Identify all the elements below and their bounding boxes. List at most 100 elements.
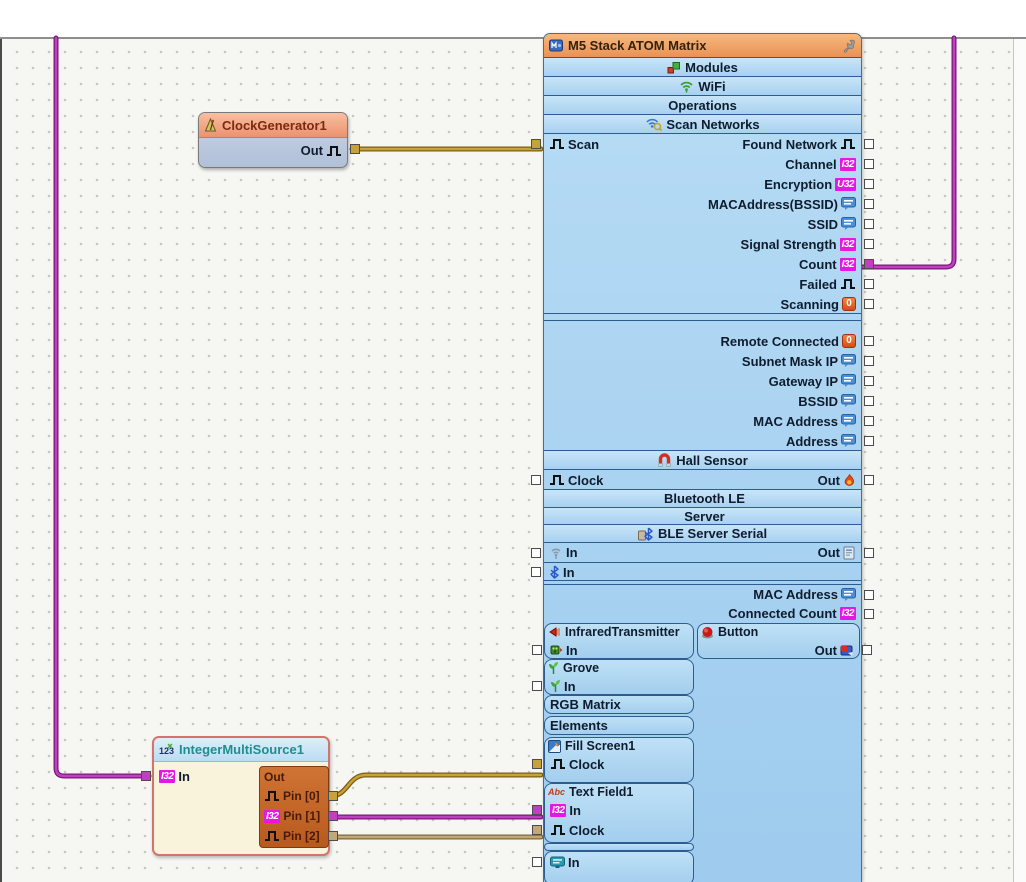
pin-remote-connected[interactable]: Remote Connected0 (721, 334, 856, 349)
pin-ssid[interactable]: SSID (808, 217, 856, 232)
section-bar-server[interactable]: Server (544, 507, 861, 525)
pin-channel[interactable]: ChannelI32 (785, 157, 856, 172)
pin-mac-address[interactable]: MAC Address (753, 414, 856, 429)
panel-grove[interactable]: Grove In (544, 659, 694, 695)
panel-bar-elements[interactable]: Elements (544, 716, 694, 735)
pin-connector[interactable] (864, 279, 874, 289)
integer-multi-source-component[interactable]: 123 IntegerMultiSource1 I32In Out Pin [0… (152, 736, 330, 856)
clock-generator-header[interactable]: ClockGenerator1 (199, 113, 347, 138)
pin-macaddress-bssid[interactable]: MACAddress(BSSID) (708, 197, 856, 212)
pin-connector[interactable] (864, 436, 874, 446)
pin-connector[interactable] (864, 336, 874, 346)
pin-connector[interactable] (531, 567, 541, 577)
pin-clock[interactable]: Clock (550, 823, 604, 838)
pin-failed[interactable]: Failed (799, 277, 856, 292)
panel-header[interactable]: Grove (545, 660, 693, 676)
pin-connector[interactable] (532, 645, 542, 655)
pin-out[interactable]: Out (818, 473, 856, 488)
pin-connector[interactable] (328, 791, 338, 801)
pin-in[interactable]: In (550, 855, 580, 870)
pin-signal-strength[interactable]: Signal StrengthI32 (741, 237, 856, 252)
clock-generator-component[interactable]: ClockGenerator1 Out (198, 112, 348, 168)
pin-connector[interactable] (862, 645, 872, 655)
pin-connector[interactable] (328, 831, 338, 841)
pin-clock[interactable]: Clock (550, 757, 604, 772)
pin-connector[interactable] (532, 825, 542, 835)
pin-connector[interactable] (864, 139, 874, 149)
section-bar-wifi[interactable]: WiFi (544, 76, 861, 96)
panel-header[interactable]: InfraredTransmitter (545, 624, 693, 640)
pin-connector[interactable] (864, 609, 874, 619)
pin-connector[interactable] (864, 548, 874, 558)
pin-in[interactable]: I32In (159, 769, 190, 784)
pin-out[interactable]: Out (818, 545, 856, 560)
panel-bar-empty[interactable] (544, 843, 694, 851)
pin-connector[interactable] (864, 356, 874, 366)
section-bar-modules[interactable]: Modules (544, 57, 861, 77)
pin-connector[interactable] (864, 219, 874, 229)
panel-header[interactable]: Button (698, 624, 859, 640)
pin-connector[interactable] (864, 259, 874, 269)
wire-count-to-top[interactable] (862, 38, 954, 267)
section-bar-bluetooth-le[interactable]: Bluetooth LE (544, 489, 861, 508)
pin-subnet-mask-ip[interactable]: Subnet Mask IP (742, 354, 856, 369)
pin-connector[interactable] (864, 159, 874, 169)
pin-connector[interactable] (864, 475, 874, 485)
pin-pin-0[interactable]: Pin [0] (264, 789, 320, 803)
pin-gateway-ip[interactable]: Gateway IP (769, 374, 856, 389)
m5-component-header[interactable]: M5 Stack ATOM Matrix (544, 34, 861, 58)
pin-connector[interactable] (864, 239, 874, 249)
panel-button[interactable]: ButtonOut (697, 623, 860, 659)
pin-connector[interactable] (864, 590, 874, 600)
pin-scanning[interactable]: Scanning0 (780, 297, 856, 312)
wire-pin0-to-fillscreen-clock-core[interactable] (331, 775, 541, 796)
wrench-icon[interactable] (842, 39, 856, 53)
pin-in[interactable]: In (549, 565, 575, 580)
m5-stack-atom-matrix-component[interactable]: M5 Stack ATOM Matrix ModulesWiFiOperatio… (543, 33, 862, 882)
pin-connector[interactable] (141, 771, 151, 781)
pin-connector[interactable] (531, 548, 541, 558)
pin-address[interactable]: Address (786, 434, 856, 449)
pin-connector[interactable] (864, 179, 874, 189)
pin-clock[interactable]: Clock (549, 473, 603, 488)
integer-multi-source-header[interactable]: 123 IntegerMultiSource1 (154, 738, 328, 762)
pin-in[interactable]: In (550, 643, 578, 658)
pin-connector[interactable] (864, 299, 874, 309)
pin-count[interactable]: CountI32 (799, 257, 856, 272)
pin-pin-1[interactable]: I32Pin [1] (264, 809, 320, 823)
pin-connector[interactable] (531, 475, 541, 485)
pin-encryption[interactable]: EncryptionU32 (764, 177, 856, 192)
pin-connector[interactable] (864, 376, 874, 386)
panel-fill-screen1[interactable]: Fill Screen1Clock (544, 737, 694, 783)
pin-connector[interactable] (864, 396, 874, 406)
panel-header[interactable]: AbcText Field1 (545, 784, 693, 800)
pin-mac-address[interactable]: MAC Address (753, 587, 856, 602)
section-bar-scan-networks[interactable]: Scan Networks (544, 114, 861, 134)
pin-connector[interactable] (864, 416, 874, 426)
visuino-canvas[interactable]: M5 Stack ATOM Matrix ModulesWiFiOperatio… (0, 0, 1026, 882)
pin-connector[interactable] (328, 811, 338, 821)
pin-out[interactable]: Out (301, 143, 342, 158)
section-bar-ble-server-serial[interactable]: BLE Server Serial (544, 524, 861, 543)
pin-connector[interactable] (531, 139, 541, 149)
pin-in[interactable]: In (550, 679, 576, 694)
pin-connector[interactable] (532, 681, 542, 691)
wire-count-to-top-core[interactable] (862, 38, 954, 267)
pin-connector[interactable] (532, 805, 542, 815)
pin-found-network[interactable]: Found Network (742, 137, 856, 152)
pin-connector[interactable] (532, 857, 542, 867)
pin-connector[interactable] (864, 199, 874, 209)
pin-connected-count[interactable]: Connected CountI32 (728, 606, 856, 621)
panel-infraredtransmitter[interactable]: InfraredTransmitter In (544, 623, 694, 659)
pin-pin-2[interactable]: Pin [2] (264, 829, 320, 843)
panel-text-field1[interactable]: AbcText Field1 I32In Clock (544, 783, 694, 843)
pin-scan[interactable]: Scan (549, 137, 599, 152)
pin-connector[interactable] (350, 144, 360, 154)
pin-in[interactable]: I32In (550, 803, 581, 818)
wire-pin0-to-fillscreen-clock[interactable] (331, 775, 541, 796)
wire-top-to-integer-in[interactable] (56, 38, 149, 776)
pin-connector[interactable] (532, 759, 542, 769)
wire-top-to-integer-in-core[interactable] (56, 38, 149, 776)
section-bar-hall-sensor[interactable]: Hall Sensor (544, 450, 861, 470)
panel-bottom[interactable]: In (544, 851, 694, 882)
